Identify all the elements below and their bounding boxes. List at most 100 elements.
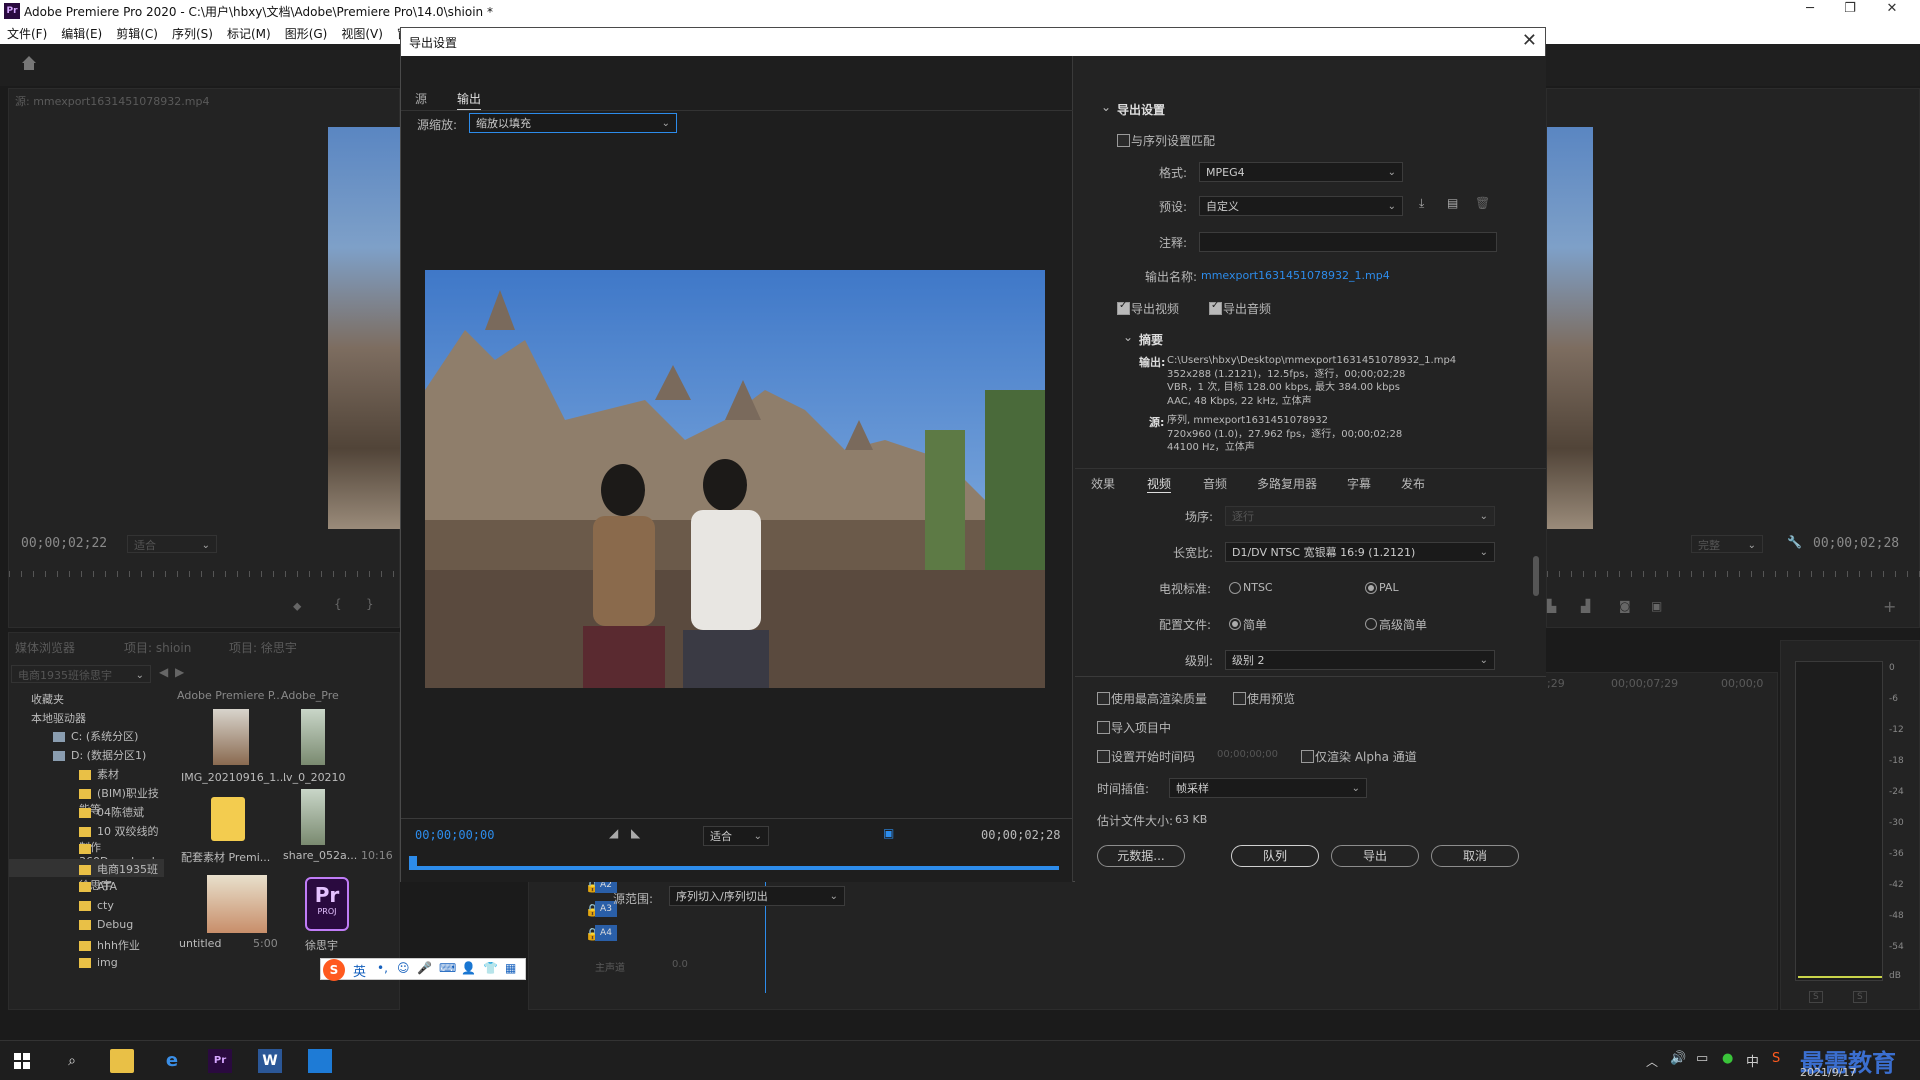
queue-button[interactable]: 队列: [1231, 845, 1319, 867]
format-dropdown[interactable]: MPEG4 ⌄: [1199, 162, 1403, 182]
set-in-point-icon[interactable]: ◢: [609, 826, 618, 840]
aspect-toggle-icon[interactable]: ▣: [883, 826, 894, 840]
premiere-taskbar-icon[interactable]: Pr: [208, 1049, 232, 1073]
network-icon[interactable]: ▭: [1696, 1051, 1708, 1066]
minimize-button[interactable]: ─: [1790, 1, 1830, 16]
preview-scrubber[interactable]: [411, 866, 1059, 870]
export-video-checkbox[interactable]: [1117, 300, 1130, 315]
folder-item[interactable]: ATA: [79, 880, 117, 893]
tab-project-shioin[interactable]: 项目: shioin: [124, 639, 191, 656]
camera-icon[interactable]: ◙: [1619, 599, 1631, 613]
ime-user-icon[interactable]: 👤: [461, 961, 476, 975]
sogou-tray-icon[interactable]: S: [1772, 1051, 1780, 1066]
folder-item[interactable]: 04陈德斌: [79, 804, 144, 820]
track-target-a4[interactable]: A4: [595, 925, 617, 941]
extract-icon[interactable]: ▟: [1581, 599, 1590, 613]
folder-item[interactable]: Debug: [79, 918, 133, 931]
ime-toolbox-icon[interactable]: ▦: [505, 961, 516, 975]
forward-arrow-icon[interactable]: ▶: [175, 665, 184, 679]
preset-dropdown[interactable]: 自定义 ⌄: [1199, 196, 1403, 216]
source-scaling-dropdown[interactable]: 缩放以填充 ⌄: [469, 113, 677, 133]
export-button[interactable]: 导出: [1331, 845, 1419, 867]
wrench-icon[interactable]: 🔧: [1787, 535, 1802, 549]
playhead-handle[interactable]: [409, 856, 417, 870]
source-range-dropdown[interactable]: 序列切入/序列切出 ⌄: [669, 886, 845, 906]
ntsc-radio[interactable]: [1229, 582, 1241, 594]
path-dropdown[interactable]: 电商1935班徐思宇 ⌄: [11, 665, 151, 683]
lift-icon[interactable]: ▙: [1547, 599, 1556, 613]
folder-icon[interactable]: [211, 797, 245, 841]
tab-video[interactable]: 视频: [1147, 475, 1172, 493]
tab-multiplexer[interactable]: 多路复用器: [1257, 475, 1317, 492]
save-preset-icon[interactable]: ⤓: [1419, 196, 1424, 211]
import-to-project-checkbox[interactable]: [1097, 721, 1110, 734]
premiere-project-icon[interactable]: Pr PROJ: [305, 877, 349, 931]
ime-keyboard-icon[interactable]: ⌨: [439, 961, 456, 975]
maximize-button[interactable]: ❐: [1830, 1, 1870, 16]
output-name-link[interactable]: mmexport1631451078932_1.mp4: [1201, 269, 1390, 282]
time-interpolation-dropdown[interactable]: 帧采样 ⌄: [1169, 778, 1367, 798]
tray-app-icon[interactable]: ●: [1722, 1051, 1733, 1066]
solo-button-right[interactable]: S: [1853, 991, 1867, 1003]
tab-project-xusiyu[interactable]: 项目: 徐思宇: [229, 639, 297, 656]
marker-icon[interactable]: ⬥: [293, 599, 301, 614]
media-thumbnail[interactable]: [213, 709, 249, 765]
mark-in-icon[interactable]: {: [334, 597, 342, 611]
drive-d[interactable]: D: (数据分区1): [53, 747, 146, 763]
folder-item[interactable]: cty: [79, 899, 114, 912]
folder-item[interactable]: hhh作业: [79, 937, 140, 953]
profile-advanced-radio[interactable]: [1365, 618, 1377, 630]
ime-skin-icon[interactable]: 👕: [483, 961, 498, 975]
edge-browser-icon[interactable]: e: [160, 1049, 184, 1073]
tab-media-browser[interactable]: 媒体浏览器: [15, 639, 75, 656]
media-thumbnail[interactable]: [301, 789, 325, 845]
preview-fit-dropdown[interactable]: 适合 ⌄: [703, 826, 769, 846]
cancel-button[interactable]: 取消: [1431, 845, 1519, 867]
mark-out-icon[interactable]: }: [366, 597, 374, 611]
menu-file[interactable]: 文件(F): [0, 22, 54, 42]
source-fit-dropdown[interactable]: 适合 ⌄: [127, 535, 217, 553]
delete-preset-icon[interactable]: 🗑: [1475, 196, 1490, 210]
sogou-logo-icon[interactable]: S: [323, 959, 345, 981]
home-icon[interactable]: [20, 54, 38, 72]
summary-chevron-icon[interactable]: ⌄: [1123, 330, 1133, 344]
dialog-close-button[interactable]: ✕: [1522, 30, 1537, 51]
drive-c[interactable]: C: (系统分区): [53, 728, 138, 744]
window-close-button[interactable]: ✕: [1872, 1, 1912, 16]
add-button-icon[interactable]: +: [1883, 597, 1896, 616]
back-arrow-icon[interactable]: ◀: [159, 665, 168, 679]
settings-scrollbar[interactable]: [1533, 556, 1539, 596]
volume-icon[interactable]: 🔊: [1670, 1051, 1686, 1066]
tab-captions[interactable]: 字幕: [1347, 475, 1371, 492]
tab-audio[interactable]: 音频: [1203, 475, 1227, 492]
use-previews-checkbox[interactable]: [1233, 692, 1246, 705]
render-alpha-only-checkbox[interactable]: [1301, 750, 1314, 763]
export-audio-checkbox[interactable]: [1209, 300, 1222, 315]
match-sequence-checkbox[interactable]: [1117, 134, 1130, 147]
tab-effects[interactable]: 效果: [1091, 475, 1115, 492]
button-editor-icon[interactable]: ▣: [1651, 599, 1662, 613]
menu-marker[interactable]: 标记(M): [220, 22, 278, 42]
folder-item[interactable]: img: [79, 956, 118, 969]
ime-language-toggle[interactable]: 英: [353, 961, 366, 980]
word-taskbar-icon[interactable]: W: [258, 1049, 282, 1073]
profile-simple-radio[interactable]: [1229, 618, 1241, 630]
pal-radio[interactable]: [1365, 582, 1377, 594]
favorites-node[interactable]: 收藏夹: [31, 691, 64, 707]
tab-source[interactable]: 源: [415, 90, 427, 107]
windows-start-icon[interactable]: [14, 1053, 30, 1069]
menu-edit[interactable]: 编辑(E): [54, 22, 109, 42]
photos-taskbar-icon[interactable]: [308, 1049, 332, 1073]
set-start-timecode-checkbox[interactable]: [1097, 750, 1110, 763]
program-quality-dropdown[interactable]: 完整 ⌄: [1691, 535, 1763, 553]
import-preset-icon[interactable]: ▤: [1447, 196, 1458, 210]
menu-view[interactable]: 视图(V): [334, 22, 390, 42]
tray-chevron-icon[interactable]: ︿: [1646, 1053, 1658, 1070]
search-icon[interactable]: ⌕: [60, 1049, 84, 1073]
menu-clip[interactable]: 剪辑(C): [109, 22, 165, 42]
preview-start-timecode[interactable]: 00;00;00;00: [415, 828, 494, 842]
media-thumbnail[interactable]: [207, 875, 267, 933]
set-out-point-icon[interactable]: ◣: [631, 826, 640, 840]
menu-graphics[interactable]: 图形(G): [278, 22, 335, 42]
solo-button-left[interactable]: S: [1809, 991, 1823, 1003]
